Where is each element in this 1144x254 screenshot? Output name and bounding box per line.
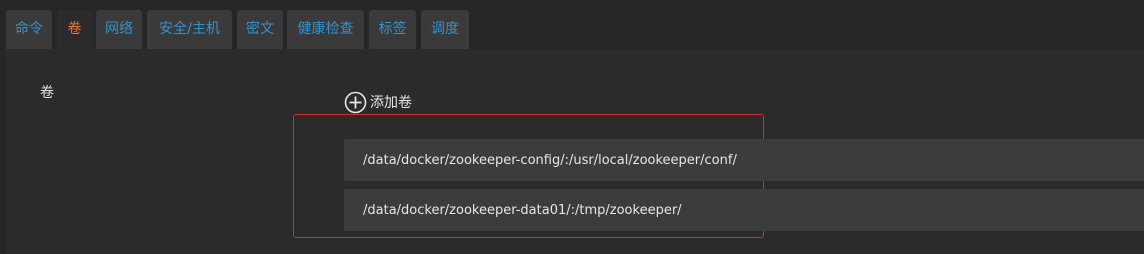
tab-security-host[interactable]: 安全/主机 xyxy=(147,10,232,49)
tab-scheduling[interactable]: 调度 xyxy=(421,10,469,49)
volume-input-1[interactable] xyxy=(344,139,1144,181)
add-volume-button[interactable]: 添加卷 xyxy=(344,90,412,114)
volumes-section-label: 卷 xyxy=(40,85,54,101)
volume-input-2[interactable] xyxy=(344,189,1144,231)
add-volume-label: 添加卷 xyxy=(370,95,412,111)
tab-network[interactable]: 网络 xyxy=(96,10,142,49)
tab-volumes[interactable]: 卷 xyxy=(57,10,92,49)
tab-bar: 命令 卷 网络 安全/主机 密文 健康检查 标签 调度 xyxy=(0,0,1144,50)
tab-secrets[interactable]: 密文 xyxy=(237,10,283,49)
plus-circle-icon xyxy=(344,91,367,114)
tab-command[interactable]: 命令 xyxy=(6,10,52,49)
tab-labels[interactable]: 标签 xyxy=(369,10,416,49)
tab-health-check[interactable]: 健康检查 xyxy=(287,10,364,49)
